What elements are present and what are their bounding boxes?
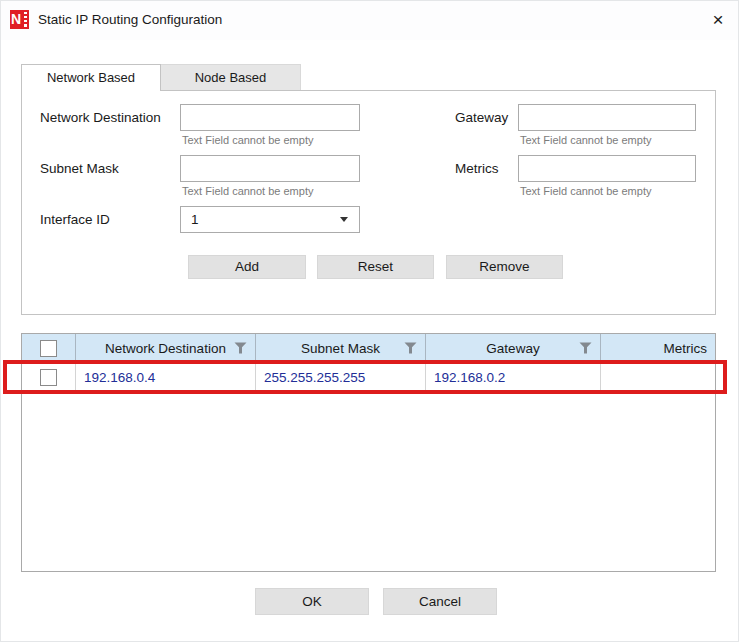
cell-metrics xyxy=(601,362,715,392)
header-gateway[interactable]: Gateway xyxy=(426,334,601,362)
network-destination-hint: Text Field cannot be empty xyxy=(182,134,313,146)
window-title: Static IP Routing Configuration xyxy=(38,0,222,40)
routes-table: Network Destination Subnet Mask Gateway … xyxy=(21,333,716,572)
network-destination-input[interactable] xyxy=(180,104,360,131)
close-icon[interactable]: × xyxy=(705,7,731,33)
interface-id-value: 1 xyxy=(191,207,199,232)
app-logo-icon: N xyxy=(10,10,29,29)
subnet-mask-label: Subnet Mask xyxy=(40,155,119,182)
table-header-row: Network Destination Subnet Mask Gateway … xyxy=(22,334,715,362)
remove-button[interactable]: Remove xyxy=(446,255,563,279)
filter-icon[interactable] xyxy=(234,342,247,354)
cancel-button[interactable]: Cancel xyxy=(383,588,497,615)
network-destination-label: Network Destination xyxy=(40,104,161,131)
metrics-hint: Text Field cannot be empty xyxy=(520,185,651,197)
select-all-checkbox[interactable] xyxy=(40,340,57,357)
row-select-cell xyxy=(22,362,76,392)
chevron-down-icon xyxy=(340,217,348,222)
gateway-hint: Text Field cannot be empty xyxy=(520,134,651,146)
add-button[interactable]: Add xyxy=(188,255,306,279)
gateway-label: Gateway xyxy=(455,104,508,131)
logo-strip xyxy=(24,12,27,27)
title-bar: N Static IP Routing Configuration × xyxy=(0,0,739,40)
filter-icon[interactable] xyxy=(579,342,592,354)
cell-subnet-mask: 255.255.255.255 xyxy=(256,362,426,392)
interface-id-dropdown[interactable]: 1 xyxy=(180,206,360,233)
metrics-input[interactable] xyxy=(518,155,696,182)
select-all-cell xyxy=(22,334,76,362)
gateway-input[interactable] xyxy=(518,104,696,131)
header-network-destination[interactable]: Network Destination xyxy=(76,334,256,362)
row-checkbox[interactable] xyxy=(40,369,57,386)
tab-network-based[interactable]: Network Based xyxy=(21,64,161,91)
subnet-mask-input[interactable] xyxy=(180,155,360,182)
cell-gateway: 192.168.0.2 xyxy=(426,362,601,392)
table-row[interactable]: 192.168.0.4 255.255.255.255 192.168.0.2 xyxy=(22,362,715,392)
reset-button[interactable]: Reset xyxy=(317,255,434,279)
ok-button[interactable]: OK xyxy=(255,588,369,615)
header-subnet-mask[interactable]: Subnet Mask xyxy=(256,334,426,362)
subnet-mask-hint: Text Field cannot be empty xyxy=(182,185,313,197)
cell-network-destination: 192.168.0.4 xyxy=(76,362,256,392)
tab-node-based[interactable]: Node Based xyxy=(161,64,301,90)
logo-letter: N xyxy=(11,12,21,27)
header-metrics[interactable]: Metrics xyxy=(601,334,715,362)
filter-icon[interactable] xyxy=(404,342,417,354)
interface-id-label: Interface ID xyxy=(40,206,110,233)
metrics-label: Metrics xyxy=(455,155,499,182)
